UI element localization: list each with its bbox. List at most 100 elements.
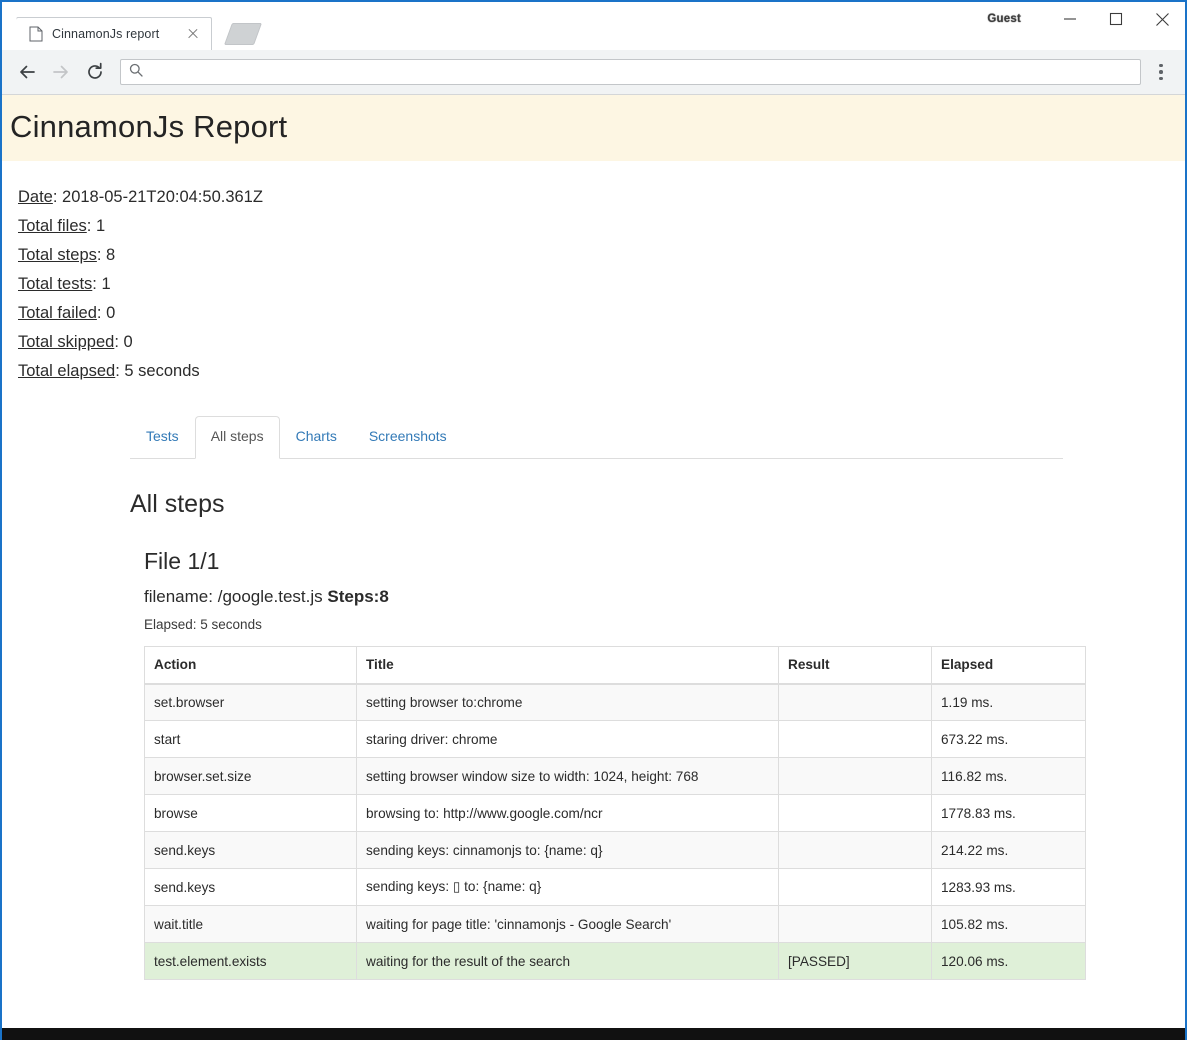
summary-item: Date: 2018-05-21T20:04:50.361Z xyxy=(18,183,1185,212)
summary-label: Total elapsed xyxy=(18,361,116,380)
back-arrow-icon[interactable] xyxy=(10,55,44,89)
tab-tests[interactable]: Tests xyxy=(130,416,195,459)
address-input[interactable] xyxy=(151,63,1132,81)
new-tab-icon[interactable] xyxy=(223,23,263,45)
column-header-title: Title xyxy=(356,645,779,685)
browser-tab[interactable]: CinnamonJs report xyxy=(5,17,212,50)
summary-value: 8 xyxy=(106,245,116,264)
steps-table-body: set.browser setting browser to:chrome 1.… xyxy=(144,683,1086,981)
report-tabs-container: Tests All steps Charts Screenshots xyxy=(2,415,1185,459)
file-heading: File 1/1 xyxy=(144,548,220,575)
search-icon xyxy=(129,63,143,82)
summary-colon: : xyxy=(96,245,107,264)
file-elapsed: Elapsed: 5 seconds xyxy=(144,616,262,632)
cell-elapsed: 120.06 ms. xyxy=(931,942,1086,981)
summary-item: Total failed: 0 xyxy=(18,299,1185,328)
close-icon[interactable] xyxy=(185,26,201,42)
file-block: File 1/1 filename: /google.test.js Steps… xyxy=(130,548,1086,981)
cell-action: set.browser xyxy=(144,683,357,722)
table-row: test.element.exists waiting for the resu… xyxy=(144,942,1086,981)
minimize-icon[interactable] xyxy=(1047,2,1093,36)
cell-elapsed: 116.82 ms. xyxy=(931,757,1086,796)
window-caption-controls: Guest xyxy=(987,2,1185,36)
three-dot-menu-icon[interactable] xyxy=(1147,55,1175,89)
browser-toolbar xyxy=(2,50,1185,95)
window-close-icon[interactable] xyxy=(1139,2,1185,36)
tab-screenshots[interactable]: Screenshots xyxy=(353,416,463,459)
summary-label: Total skipped xyxy=(18,332,115,351)
summary-item: Total tests: 1 xyxy=(18,270,1185,299)
cell-title: setting browser to:chrome xyxy=(356,683,779,722)
filename-value: /google.test.js xyxy=(217,586,323,606)
cell-result xyxy=(778,757,932,796)
cell-action: browse xyxy=(144,794,357,833)
page-icon xyxy=(29,26,43,42)
cell-title: setting browser window size to width: 10… xyxy=(356,757,779,796)
table-row: start staring driver: chrome 673.22 ms. xyxy=(144,720,1086,759)
summary-label: Total tests xyxy=(18,274,93,293)
summary-value: 1 xyxy=(95,216,106,235)
column-header-action: Action xyxy=(144,645,357,685)
all-steps-panel: All steps File 1/1 filename: /google.tes… xyxy=(2,489,1185,981)
summary-label: Total failed xyxy=(18,303,97,322)
column-header-elapsed: Elapsed xyxy=(931,645,1086,685)
table-row: browser.set.size setting browser window … xyxy=(144,757,1086,796)
cell-title: browsing to: http://www.google.com/ncr xyxy=(356,794,779,833)
forward-arrow-icon xyxy=(44,55,78,89)
cell-title: waiting for page title: 'cinnamonjs - Go… xyxy=(356,905,779,944)
address-bar[interactable] xyxy=(120,59,1141,85)
tab-all-steps-link[interactable]: All steps xyxy=(194,415,280,459)
table-row: wait.title waiting for page title: 'cinn… xyxy=(144,905,1086,944)
browser-tab-strip: CinnamonJs report Guest xyxy=(2,2,1185,50)
tab-charts[interactable]: Charts xyxy=(280,416,353,459)
window-bottom-bar xyxy=(2,1028,1185,1040)
table-row: browse browsing to: http://www.google.co… xyxy=(144,794,1086,833)
table-row: send.keys sending keys: cinnamonjs to: {… xyxy=(144,831,1086,870)
cell-elapsed: 1283.93 ms. xyxy=(931,868,1086,907)
cell-title: sending keys: cinnamonjs to: {name: q} xyxy=(356,831,779,870)
cell-elapsed: 1778.83 ms. xyxy=(931,794,1086,833)
cell-elapsed: 673.22 ms. xyxy=(931,720,1086,759)
profile-label[interactable]: Guest xyxy=(987,13,1021,25)
report-banner: CinnamonJs Report xyxy=(2,95,1185,161)
tab-charts-link[interactable]: Charts xyxy=(280,416,353,459)
page-title: CinnamonJs Report xyxy=(10,109,288,144)
summary-label: Total files xyxy=(18,216,87,235)
cell-action: send.keys xyxy=(144,831,357,870)
summary-value: 0 xyxy=(106,303,116,322)
cell-result xyxy=(778,831,932,870)
cell-action: start xyxy=(144,720,357,759)
cell-title: staring driver: chrome xyxy=(356,720,779,759)
summary-label: Date xyxy=(18,187,53,206)
tab-tests-link[interactable]: Tests xyxy=(130,416,195,459)
cell-title: sending keys: ▯ to: {name: q} xyxy=(356,868,779,907)
column-header-result: Result xyxy=(778,645,932,685)
reload-icon[interactable] xyxy=(78,55,112,89)
file-name-line: filename: /google.test.js Steps:8 xyxy=(144,587,1077,607)
tab-screenshots-link[interactable]: Screenshots xyxy=(353,416,463,459)
summary-colon: : xyxy=(96,303,107,322)
cell-result xyxy=(778,905,932,944)
cell-action: browser.set.size xyxy=(144,757,357,796)
report-tabs: Tests All steps Charts Screenshots xyxy=(130,415,1063,459)
cell-action: test.element.exists xyxy=(144,942,357,981)
cell-title: waiting for the result of the search xyxy=(356,942,779,981)
cell-result xyxy=(778,868,932,907)
maximize-icon[interactable] xyxy=(1093,2,1139,36)
summary-item: Total steps: 8 xyxy=(18,241,1185,270)
cell-elapsed: 1.19 ms. xyxy=(931,683,1086,722)
summary-value: 1 xyxy=(101,274,111,293)
tab-all-steps[interactable]: All steps xyxy=(194,415,280,459)
cell-action: send.keys xyxy=(144,868,357,907)
summary-value: 0 xyxy=(123,332,133,351)
summary-item: Total skipped: 0 xyxy=(18,328,1185,357)
summary-value: 2018-05-21T20:04:50.361Z xyxy=(62,187,263,206)
steps-table-head: Action Title Result Elapsed xyxy=(144,645,1086,685)
panel-heading: All steps xyxy=(130,489,225,518)
cell-result xyxy=(778,720,932,759)
summary-item: Total files: 1 xyxy=(18,212,1185,241)
steps-table: Action Title Result Elapsed set.browser … xyxy=(144,645,1086,981)
summary-item: Total elapsed: 5 seconds xyxy=(18,357,1185,386)
cell-elapsed: 214.22 ms. xyxy=(931,831,1086,870)
cell-action: wait.title xyxy=(144,905,357,944)
